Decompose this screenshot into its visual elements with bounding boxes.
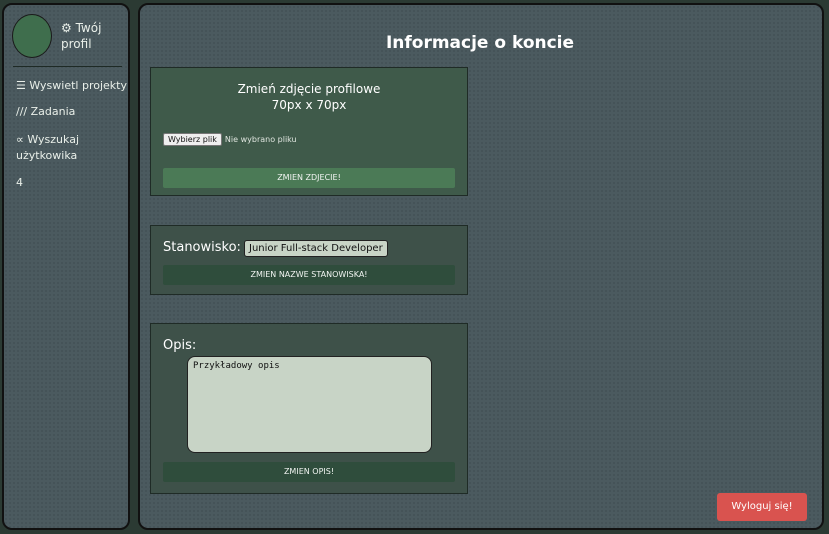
description-section: Opis: Przykładowy opis ZMIEN OPIS!	[150, 323, 468, 494]
profile-photo-section: Zmień zdjęcie profilowe 70px x 70px Wybi…	[150, 67, 468, 196]
position-label: Stanowisko:	[163, 240, 241, 255]
choose-file-button[interactable]: Wybierz plik	[163, 133, 222, 146]
main-content: Informacje o koncie Zmień zdjęcie profil…	[138, 3, 824, 530]
page-title: Informacje o koncie	[385, 33, 575, 53]
position-section: Stanowisko: Junior Full-stack Developer …	[150, 225, 468, 295]
description-textarea[interactable]: Przykładowy opis	[187, 356, 432, 453]
sidebar-item-search-user[interactable]: ∝ Wyszukaj użytkowika	[16, 132, 128, 164]
sidebar-item-number[interactable]: 4	[16, 175, 128, 191]
description-label: Opis:	[163, 338, 197, 353]
profile-link[interactable]: ⚙ Twój profil	[61, 20, 127, 52]
file-picker: Wybierz plik Nie wybrano pliku	[163, 133, 297, 146]
photo-heading: Zmień zdjęcie profilowe 70px x 70px	[237, 82, 381, 112]
position-input[interactable]: Junior Full-stack Developer	[244, 240, 388, 257]
sidebar: ⚙ Twój profil ☰ Wyswietl projekty /// Za…	[2, 3, 130, 530]
sidebar-item-tasks[interactable]: /// Zadania	[16, 104, 128, 120]
change-position-button[interactable]: ZMIEN NAZWE STANOWISKA!	[163, 265, 455, 285]
logout-button[interactable]: Wyloguj się!	[717, 493, 807, 521]
sidebar-item-projects[interactable]: ☰ Wyswietl projekty	[16, 78, 128, 94]
change-description-button[interactable]: ZMIEN OPIS!	[163, 462, 455, 482]
file-status: Nie wybrano pliku	[224, 135, 297, 144]
sidebar-divider	[13, 66, 122, 67]
change-photo-button[interactable]: ZMIEN ZDJECIE!	[163, 168, 455, 188]
avatar[interactable]	[12, 14, 52, 58]
